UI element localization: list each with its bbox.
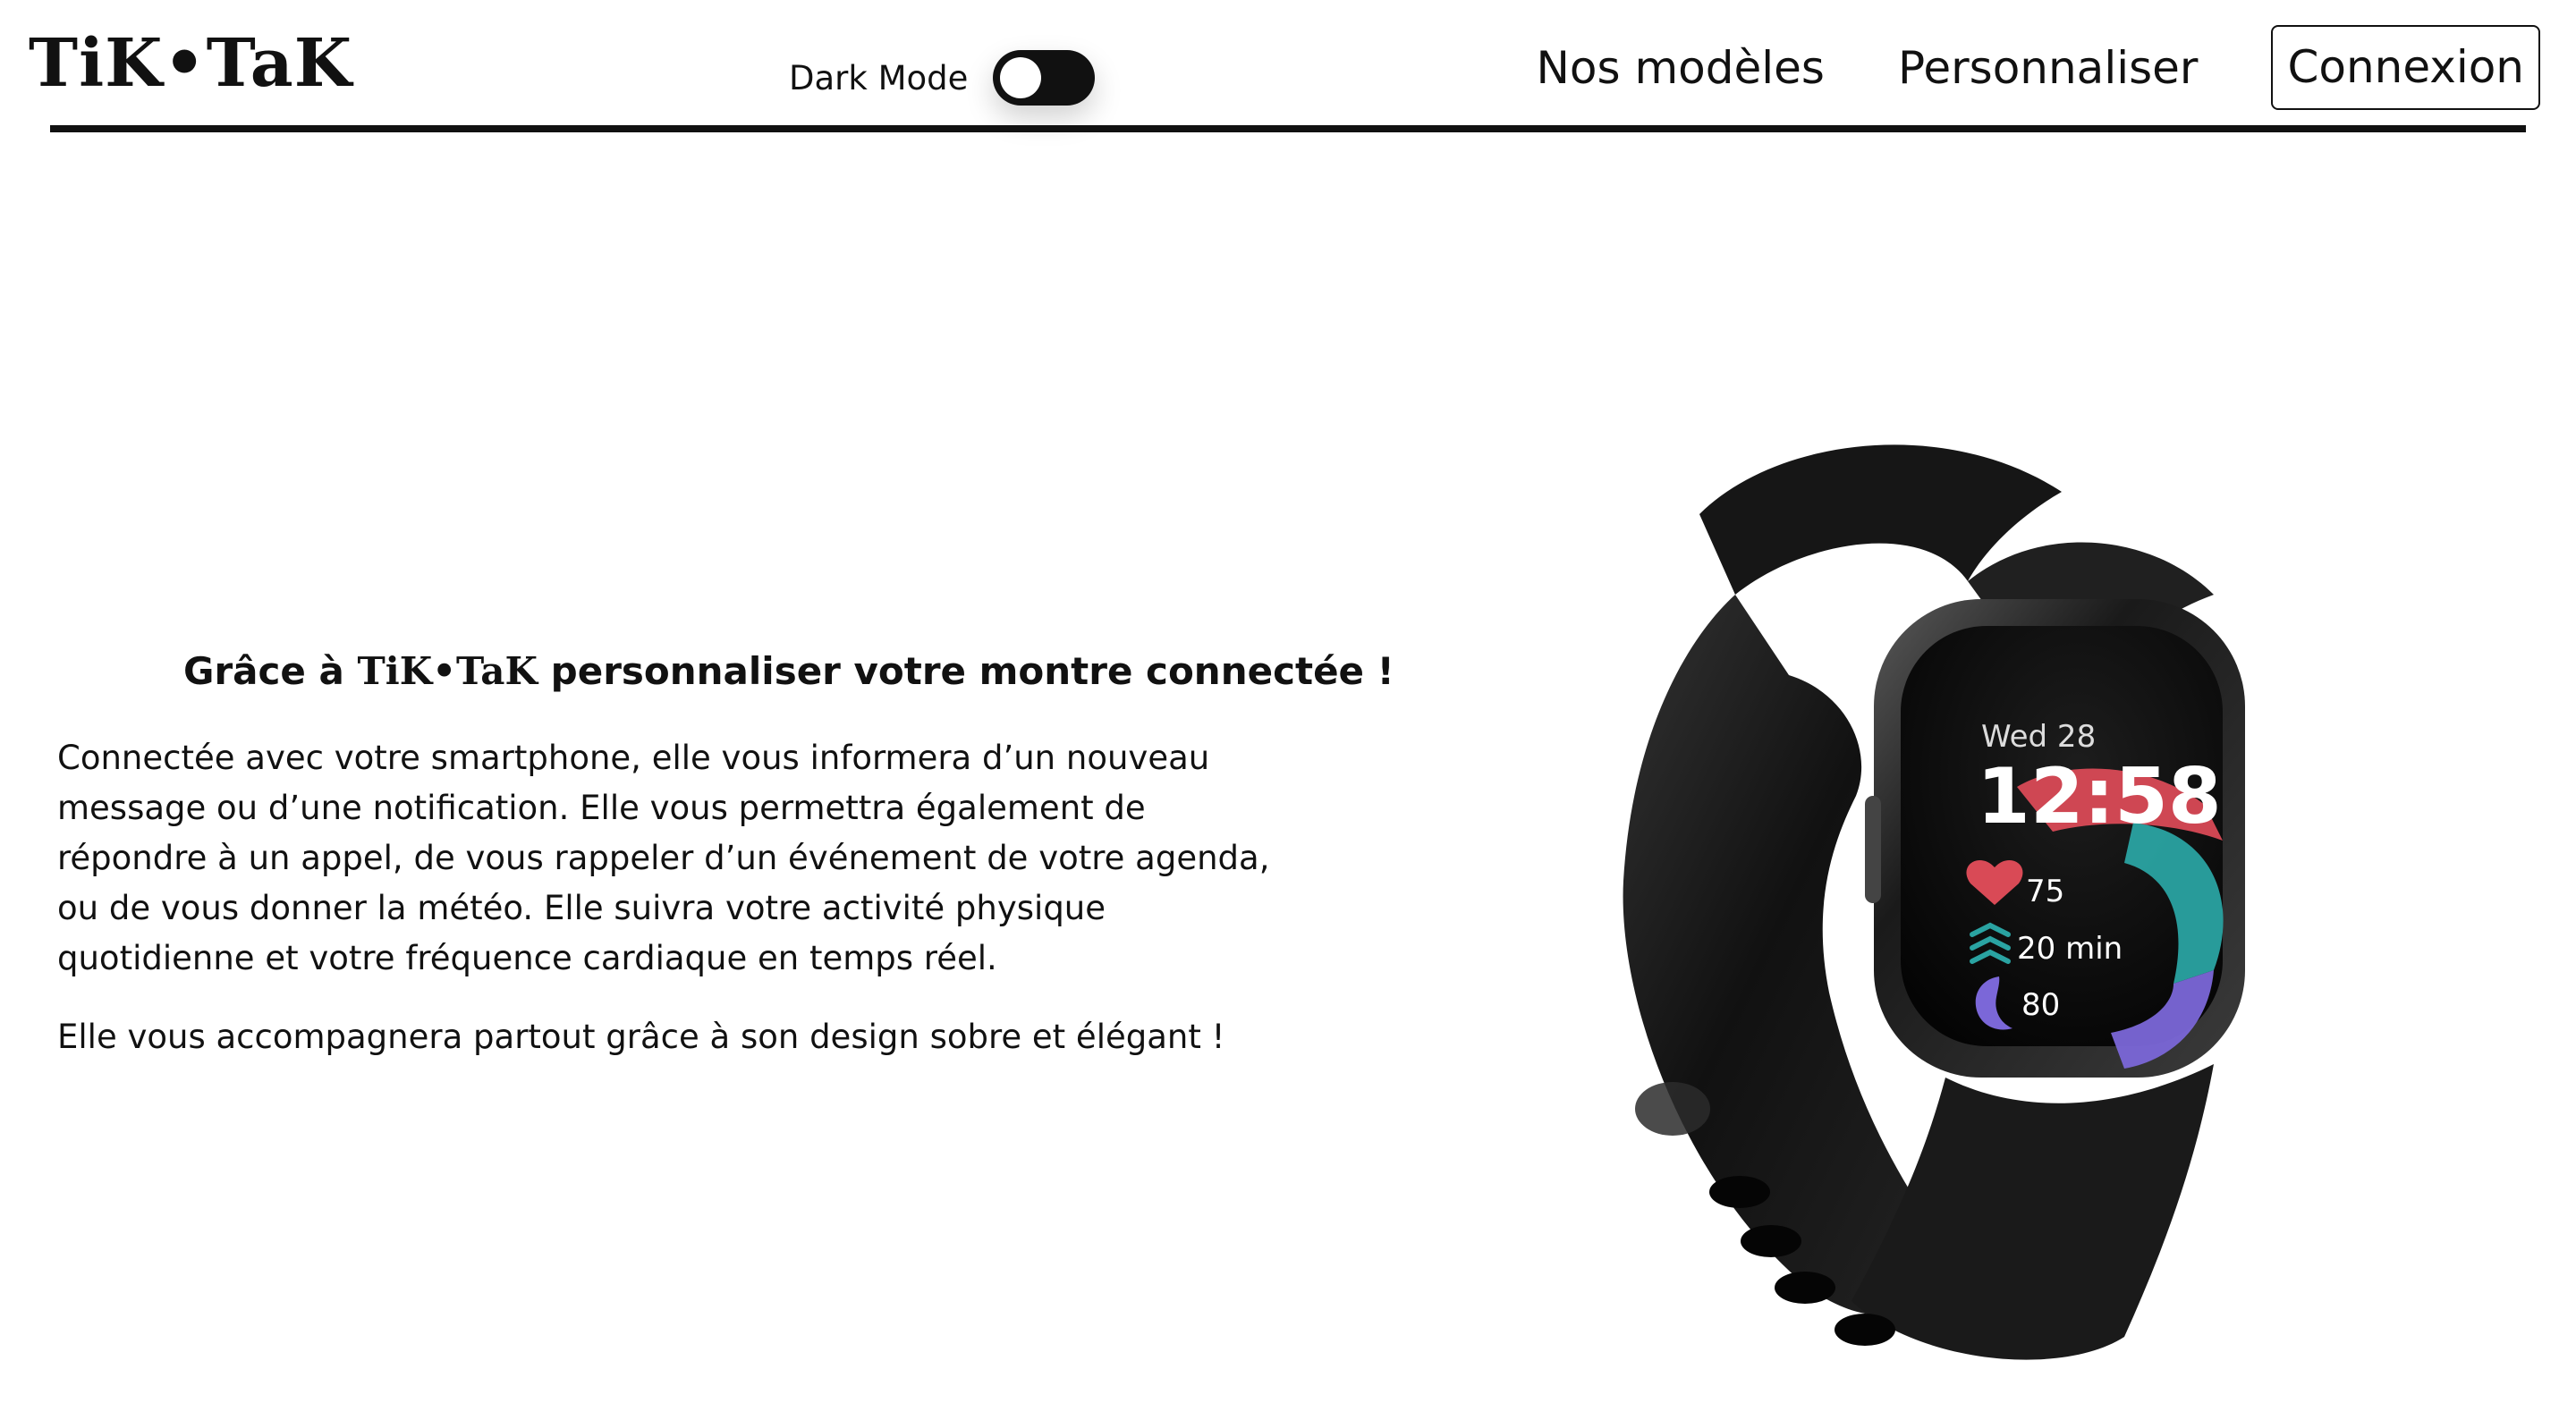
dark-mode-control[interactable]: Dark Mode: [789, 49, 1096, 106]
intro-brand: TiK•TaK: [357, 649, 538, 694]
toggle-knob: [1000, 57, 1042, 98]
intro-suffix: personnaliser votre montre connectée !: [538, 649, 1394, 694]
activity-value: 20 min: [2017, 931, 2123, 967]
main-content: Grâce à TiK•TaK personnaliser votre mont…: [0, 134, 2576, 1420]
watch-band-lower: [1852, 1064, 2214, 1360]
watch-date: Wed 28: [1981, 719, 2096, 755]
login-button[interactable]: Connexion: [2271, 25, 2540, 110]
description-paragraph-2: Elle vous accompagnera partout grâce à s…: [57, 1018, 1225, 1056]
intro-heading: Grâce à TiK•TaK personnaliser votre mont…: [183, 649, 1394, 694]
product-description: Connectée avec votre smartphone, elle vo…: [57, 733, 1274, 1062]
header-divider: [50, 125, 2526, 132]
nav-link-personalize[interactable]: Personnaliser: [1898, 46, 2199, 90]
description-paragraph-1: Connectée avec votre smartphone, elle vo…: [57, 739, 1270, 977]
intro-prefix: Grâce à: [183, 649, 358, 694]
main-navigation: Nos modèles Personnaliser Connexion: [1537, 25, 2540, 110]
site-header: TiK•TaK Dark Mode Nos modèles Personnali…: [0, 0, 2576, 134]
smartwatch-illustration: Wed 28 12:58 75 20 min 80: [1623, 444, 2245, 1360]
nav-link-models[interactable]: Nos modèles: [1537, 46, 1825, 90]
band-hole-3: [1775, 1272, 1835, 1304]
band-hole-1: [1709, 1176, 1770, 1208]
smartwatch-image: Wed 28 12:58 75 20 min 80: [1467, 376, 2343, 1413]
site-logo[interactable]: TiK•TaK: [29, 30, 352, 97]
dark-mode-toggle[interactable]: [993, 50, 1096, 106]
heart-rate-value: 75: [2026, 874, 2064, 909]
watch-time: 12:58: [1977, 752, 2222, 841]
band-loop: [1635, 1082, 1710, 1136]
watch-side-button: [1865, 796, 1881, 903]
sleep-value: 80: [2021, 987, 2060, 1023]
band-hole-2: [1741, 1225, 1801, 1257]
band-hole-4: [1835, 1314, 1895, 1346]
dark-mode-label: Dark Mode: [789, 58, 969, 97]
